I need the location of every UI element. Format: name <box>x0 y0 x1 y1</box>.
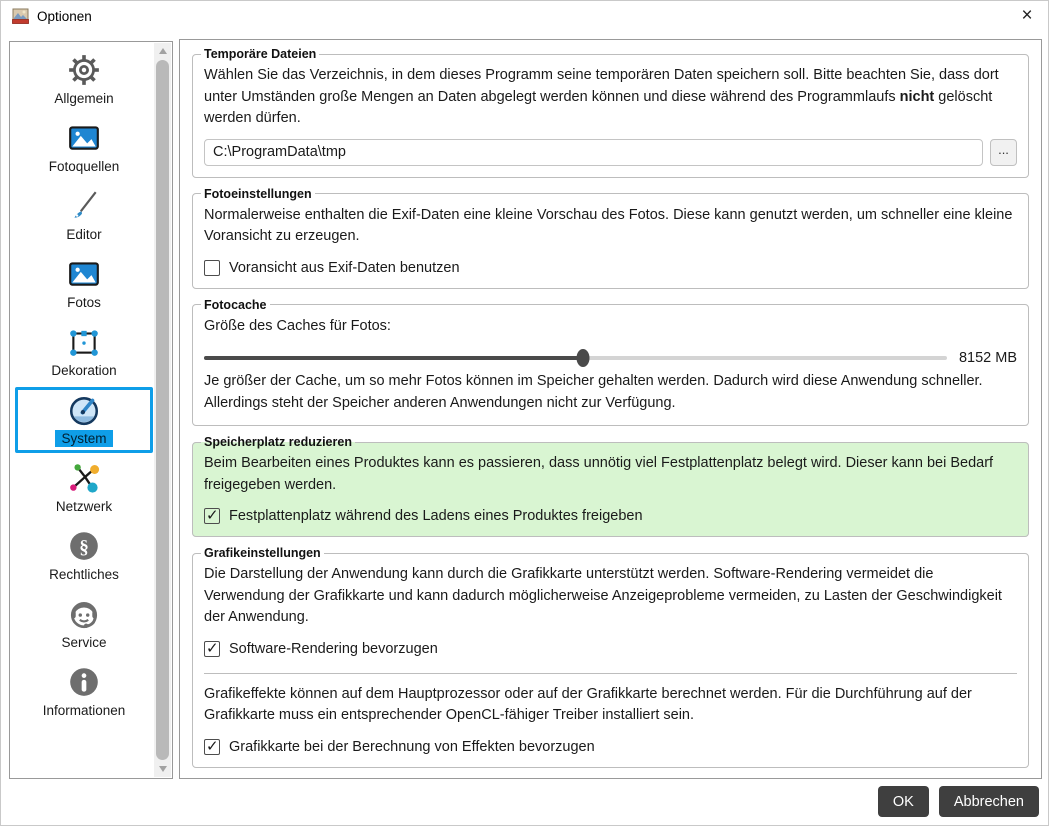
section-speicherplatz-reduzieren: Speicherplatz reduzieren Beim Bearbeiten… <box>192 435 1029 537</box>
sidebar-item-label: Fotos <box>67 295 101 310</box>
paragraph-icon: § <box>67 529 101 563</box>
sidebar-item-fotos[interactable]: Fotos <box>15 251 153 317</box>
app-icon <box>12 8 29 24</box>
sidebar-item-netzwerk[interactable]: Netzwerk <box>15 455 153 521</box>
window-title: Optionen <box>37 8 92 24</box>
sidebar-item-label: Allgemein <box>54 91 114 106</box>
sidebar-item-rechtliches[interactable]: § Rechtliches <box>15 523 153 589</box>
cache-slider-fill <box>204 356 583 360</box>
sidebar-item-editor[interactable]: Editor <box>15 183 153 249</box>
divider <box>204 672 1017 674</box>
close-icon[interactable]: × <box>1010 1 1044 31</box>
cache-size-label: Größe des Caches für Fotos: <box>204 317 391 334</box>
dialog-footer: OK Abbrechen <box>877 786 1039 817</box>
network-icon <box>67 461 101 495</box>
exif-preview-checkbox[interactable] <box>204 259 220 276</box>
browse-button[interactable]: ... <box>990 138 1017 166</box>
image-icon <box>67 121 101 155</box>
info-icon <box>67 665 101 699</box>
cache-slider-thumb[interactable] <box>576 349 590 367</box>
checkbox-label[interactable]: Festplattenplatz während des Ladens eine… <box>229 507 643 525</box>
section-fotoeinstellungen: Fotoeinstellungen Normalerweise enthalte… <box>192 186 1029 289</box>
sidebar-item-label: Netzwerk <box>55 499 113 514</box>
scrollbar-thumb[interactable] <box>156 60 169 760</box>
free-disk-space-checkbox[interactable] <box>204 506 220 524</box>
sidebar-item-label: System <box>55 430 113 447</box>
section-legend: Fotocache <box>204 297 267 312</box>
section-grafikeinstellungen: Grafikeinstellungen Die Darstellung der … <box>192 546 1029 768</box>
svg-text:§: § <box>79 537 89 558</box>
brush-icon <box>67 189 101 223</box>
scroll-up-icon[interactable] <box>154 43 171 59</box>
sidebar-item-label: Rechtliches <box>49 567 119 582</box>
options-dialog: Optionen × Allgemein Fotoquellen Editor … <box>0 0 1049 826</box>
settings-panel: Temporäre Dateien Wählen Sie das Verzeic… <box>179 39 1042 779</box>
sidebar-item-label: Fotoquellen <box>48 159 120 174</box>
section-legend: Grafikeinstellungen <box>204 546 321 560</box>
sidebar-item-informationen[interactable]: Informationen <box>15 659 153 725</box>
sidebar-item-service[interactable]: Service <box>15 591 153 657</box>
section-legend: Speicherplatz reduzieren <box>204 435 352 449</box>
checkbox-label[interactable]: Voransicht aus Exif-Daten benutzen <box>229 259 460 277</box>
section-description: Grafikeffekte können auf dem Hauptprozes… <box>204 685 972 724</box>
section-description: Beim Bearbeiten eines Produktes kann es … <box>204 455 994 493</box>
software-rendering-checkbox[interactable] <box>204 639 220 657</box>
temp-path-input[interactable] <box>204 138 983 166</box>
sidebar-item-dekoration[interactable]: Dekoration <box>15 319 153 385</box>
gear-icon <box>67 53 101 87</box>
checkbox-label[interactable]: Software-Rendering bevorzugen <box>229 640 438 658</box>
sidebar-item-label: Editor <box>66 227 102 242</box>
section-legend: Temporäre Dateien <box>204 47 317 61</box>
selection-box-icon <box>67 325 101 359</box>
checkbox-label[interactable]: Grafikkarte bei der Berechnung von Effek… <box>229 738 595 756</box>
section-description: Je größer der Cache, um so mehr Fotos kö… <box>204 373 983 411</box>
cache-size-value: 8152 MB <box>958 350 1017 366</box>
cancel-button[interactable]: Abbrechen <box>938 786 1039 817</box>
sidebar-item-allgemein[interactable]: Allgemein <box>15 47 153 113</box>
sidebar-item-label: Informationen <box>42 703 126 718</box>
sidebar-scrollbar <box>154 43 171 777</box>
gpu-effects-checkbox[interactable] <box>204 737 220 755</box>
section-legend: Fotoeinstellungen <box>204 186 312 201</box>
titlebar: Optionen <box>1 1 1048 31</box>
sidebar: Allgemein Fotoquellen Editor Fotos Dekor… <box>9 41 173 779</box>
scroll-down-icon[interactable] <box>154 761 171 777</box>
section-description: Wählen Sie das Verzeichnis, in dem diese… <box>204 67 999 126</box>
headset-icon <box>67 597 101 631</box>
image-icon <box>67 257 101 291</box>
gauge-icon <box>67 393 101 427</box>
sidebar-list: Allgemein Fotoquellen Editor Fotos Dekor… <box>13 47 155 727</box>
section-description: Die Darstellung der Anwendung kann durch… <box>204 566 1002 625</box>
ok-button[interactable]: OK <box>877 786 929 817</box>
sidebar-item-label: Service <box>61 635 107 650</box>
cache-size-slider[interactable] <box>204 349 947 367</box>
sidebar-item-fotoquellen[interactable]: Fotoquellen <box>15 115 153 181</box>
section-temporaere-dateien: Temporäre Dateien Wählen Sie das Verzeic… <box>192 47 1029 178</box>
section-description: Normalerweise enthalten die Exif-Daten e… <box>204 206 1013 245</box>
section-fotocache: Fotocache Größe des Caches für Fotos: 81… <box>192 297 1029 426</box>
sidebar-item-system[interactable]: System <box>15 387 153 453</box>
sidebar-item-label: Dekoration <box>51 363 117 378</box>
